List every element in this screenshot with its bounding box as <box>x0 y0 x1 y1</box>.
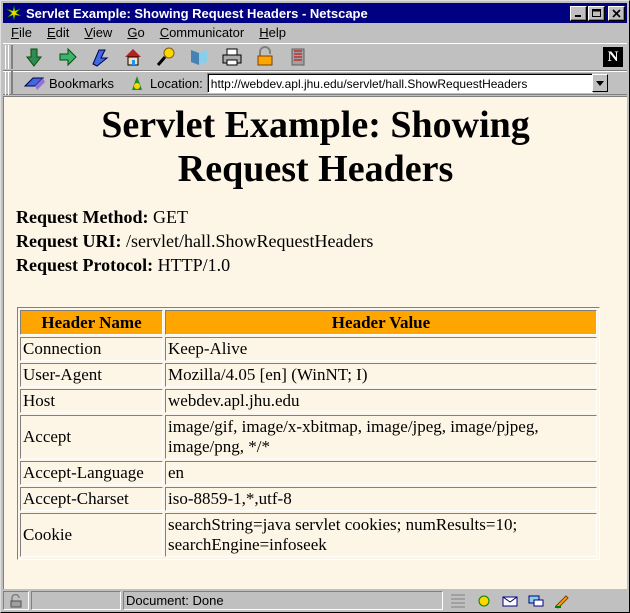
menu-view[interactable]: View <box>76 25 119 40</box>
minimize-button[interactable] <box>570 5 587 21</box>
guide-icon[interactable] <box>188 46 210 68</box>
menu-go[interactable]: Go <box>119 25 151 40</box>
request-protocol-line: Request Protocol: HTTP/1.0 <box>16 253 627 277</box>
request-method-label: Request Method: <box>16 207 149 227</box>
page-heading-line2: Request Headers <box>177 148 454 190</box>
security-icon[interactable] <box>254 46 276 68</box>
stop-icon[interactable] <box>287 46 309 68</box>
table-header-row: Header Name Header Value <box>20 310 597 335</box>
header-name-cell: Connection <box>20 337 163 361</box>
table-row: Accept-Language en <box>20 461 597 485</box>
component-bar <box>445 591 615 610</box>
request-method-line: Request Method: GET <box>16 205 627 229</box>
table-row: User-Agent Mozilla/4.05 [en] (WinNT; I) <box>20 363 597 387</box>
headers-table: Header Name Header Value Connection Keep-… <box>17 307 600 560</box>
header-value-cell: searchString=java servlet cookies; numRe… <box>165 513 597 557</box>
security-status[interactable] <box>3 591 29 610</box>
header-name-cell: Accept <box>20 415 163 459</box>
location-grip[interactable] <box>5 71 13 95</box>
maximize-button[interactable] <box>588 5 605 21</box>
table-row: Accept image/gif, image/x-xbitmap, image/… <box>20 415 597 459</box>
request-uri-value: /servlet/hall.ShowRequestHeaders <box>126 231 374 251</box>
table-row: Cookie searchString=java servlet cookies;… <box>20 513 597 557</box>
menu-bar: File Edit View Go Communicator Help <box>3 23 627 42</box>
browser-window: Servlet Example: Showing Request Headers… <box>0 0 630 613</box>
bookmarks-icon <box>23 77 45 90</box>
lock-icon <box>10 593 22 607</box>
request-uri-line: Request URI: /servlet/hall.ShowRequestHe… <box>16 229 627 253</box>
menu-file[interactable]: File <box>3 25 39 40</box>
request-info: Request Method: GET Request URI: /servle… <box>16 205 627 277</box>
column-header-name: Header Name <box>20 310 163 335</box>
table-row: Accept-Charset iso-8859-1,*,utf-8 <box>20 487 597 511</box>
title-bar[interactable]: Servlet Example: Showing Request Headers… <box>3 3 627 23</box>
reload-icon[interactable] <box>89 46 111 68</box>
close-icon <box>612 8 621 18</box>
close-button[interactable] <box>608 5 625 21</box>
request-protocol-value: HTTP/1.0 <box>157 255 231 275</box>
back-icon[interactable] <box>23 46 45 68</box>
home-icon[interactable] <box>122 46 144 68</box>
header-name-cell: Accept-Language <box>20 461 163 485</box>
navigation-toolbar: N <box>3 43 627 71</box>
minimize-icon <box>575 14 581 17</box>
chevron-down-icon <box>595 80 604 86</box>
request-uri-label: Request URI: <box>16 231 122 251</box>
location-label-group: Location: <box>128 74 203 92</box>
header-value-cell: webdev.apl.jhu.edu <box>165 389 597 413</box>
location-label: Location: <box>150 75 203 91</box>
bookmarks-button[interactable]: Bookmarks <box>23 74 114 92</box>
forward-icon[interactable] <box>56 46 78 68</box>
header-name-cell: Cookie <box>20 513 163 557</box>
print-icon[interactable] <box>221 46 243 68</box>
header-value-cell: en <box>165 461 597 485</box>
netscape-logo[interactable]: N <box>603 47 623 67</box>
search-icon[interactable] <box>155 46 177 68</box>
request-protocol-label: Request Protocol: <box>16 255 154 275</box>
header-value-cell: image/gif, image/x-xbitmap, image/jpeg, … <box>165 415 597 459</box>
navigator-icon[interactable] <box>475 593 493 609</box>
toolbar-grip[interactable] <box>5 45 13 69</box>
header-name-cell: User-Agent <box>20 363 163 387</box>
url-dropdown-button[interactable] <box>591 74 608 92</box>
menu-edit[interactable]: Edit <box>39 25 76 40</box>
menu-communicator[interactable]: Communicator <box>152 25 252 40</box>
discussion-icon[interactable] <box>527 593 545 609</box>
mail-icon[interactable] <box>501 593 519 609</box>
netscape-app-icon <box>6 5 22 21</box>
page-content: Servlet Example: Showing Request Headers… <box>3 96 627 589</box>
table-row: Connection Keep-Alive <box>20 337 597 361</box>
header-name-cell: Host <box>20 389 163 413</box>
header-value-cell: Keep-Alive <box>165 337 597 361</box>
url-field[interactable]: http://webdev.apl.jhu.edu/servlet/hall.S… <box>206 73 593 93</box>
header-value-cell: iso-8859-1,*,utf-8 <box>165 487 597 511</box>
menu-help[interactable]: Help <box>251 25 293 40</box>
request-method-value: GET <box>153 207 188 227</box>
location-page-icon <box>132 76 143 90</box>
progress-bar <box>31 591 121 610</box>
composer-icon[interactable] <box>553 593 571 609</box>
header-name-cell: Accept-Charset <box>20 487 163 511</box>
table-row: Host webdev.apl.jhu.edu <box>20 389 597 413</box>
page-heading-line1: Servlet Example: Showing <box>101 104 530 146</box>
location-toolbar: Bookmarks Location: http://webdev.apl.jh… <box>3 71 627 95</box>
component-grip-icon[interactable] <box>449 593 467 609</box>
status-bar: Document: Done <box>3 590 627 611</box>
window-title: Servlet Example: Showing Request Headers… <box>26 5 368 21</box>
page-heading: Servlet Example: Showing Request Headers <box>4 103 627 191</box>
status-text: Document: Done <box>123 591 443 610</box>
bookmarks-label: Bookmarks <box>49 75 115 91</box>
maximize-icon <box>592 8 601 17</box>
column-header-value: Header Value <box>165 310 597 335</box>
header-value-cell: Mozilla/4.05 [en] (WinNT; I) <box>165 363 597 387</box>
